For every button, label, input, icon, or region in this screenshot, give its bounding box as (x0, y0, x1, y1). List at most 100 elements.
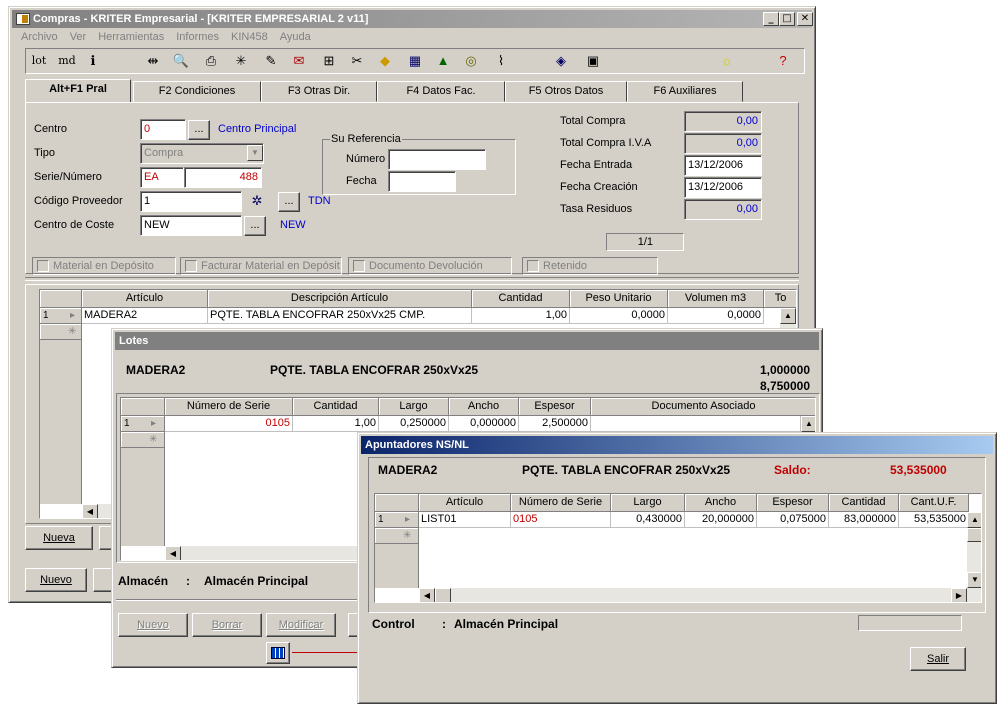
grid-scroll-left[interactable]: ◀ (82, 504, 98, 518)
check-material-deposito[interactable]: Material en Depósito (32, 257, 176, 275)
tag-icon[interactable]: ✂ (348, 53, 366, 69)
tab-auxiliares[interactable]: F6 Auxiliares (627, 81, 743, 102)
salir-button[interactable]: Salir (910, 647, 966, 671)
calculator-button[interactable] (266, 642, 290, 664)
apunt-cell-cantidad[interactable]: 83,000000 (829, 512, 899, 528)
navigate-icon[interactable]: ⇹ (144, 53, 162, 69)
menu-herramientas[interactable]: Herramientas (92, 31, 170, 43)
menu-ver[interactable]: Ver (64, 31, 93, 43)
tab-otros-datos[interactable]: F5 Otros Datos (505, 81, 627, 102)
apunt-scroll-down[interactable]: ▼ (967, 572, 981, 588)
md-button[interactable]: md (56, 53, 78, 69)
lotes-header-ancho[interactable]: Ancho (449, 398, 519, 416)
lotes-cell-ancho[interactable]: 0,000000 (449, 416, 519, 432)
help-icon[interactable]: ? (774, 53, 792, 69)
apunt-cell-largo[interactable]: 0,430000 (611, 512, 685, 528)
apunt-header-largo[interactable]: Largo (611, 494, 685, 512)
centro-input[interactable]: 0 (140, 119, 186, 140)
apunt-header-ancho[interactable]: Ancho (685, 494, 757, 512)
apunt-hscroll[interactable] (419, 588, 981, 602)
grid-scroll-up[interactable]: ▲ (780, 308, 796, 324)
menu-kin458[interactable]: KIN458 (225, 31, 274, 43)
chart-icon[interactable]: ▲ (434, 53, 452, 69)
serie-input[interactable]: EA (140, 167, 184, 188)
close-button[interactable]: ✕ (797, 12, 813, 26)
tipo-select[interactable]: Compra (140, 143, 264, 164)
apunt-header-cantuf[interactable]: Cant.U.F. (899, 494, 969, 512)
cell-descripcion[interactable]: PQTE. TABLA ENCOFRAR 250xVx25 CMP. (208, 308, 472, 324)
checkbox-retenido[interactable] (527, 260, 539, 272)
cell-articulo[interactable]: MADERA2 (82, 308, 208, 324)
bulb-icon[interactable]: ☼ (718, 53, 736, 69)
cell-cantidad[interactable]: 1,00 (472, 308, 570, 324)
coste-lookup-button[interactable]: ... (244, 216, 266, 236)
nuevo-button[interactable]: Nuevo (25, 568, 87, 592)
cell-peso[interactable]: 0,0000 (570, 308, 668, 324)
grid-header-peso[interactable]: Peso Unitario (570, 290, 668, 308)
spark-icon[interactable]: ✳ (232, 53, 250, 69)
lotes-cell-documento[interactable] (591, 416, 801, 432)
attach-icon[interactable]: ⌇ (492, 53, 510, 69)
apunt-cell-articulo[interactable]: LIST01 (419, 512, 511, 528)
apunt-header-serie[interactable]: Número de Serie (511, 494, 611, 512)
tree-icon[interactable]: ⊞ (320, 53, 338, 69)
grid-header-volumen[interactable]: Volumen m3 (668, 290, 764, 308)
tab-condiciones[interactable]: F2 Condiciones (133, 81, 261, 102)
centro-lookup-button[interactable]: ... (188, 120, 210, 140)
lotes-cell-cantidad[interactable]: 1,00 (293, 416, 379, 432)
apunt-scroll-left[interactable]: ◀ (419, 588, 435, 602)
apunt-header-articulo[interactable]: Artículo (419, 494, 511, 512)
lotes-header-cantidad[interactable]: Cantidad (293, 398, 379, 416)
edit-icon[interactable]: ✎ (262, 53, 280, 69)
su-fecha-input[interactable] (388, 171, 456, 192)
maximize-button[interactable]: □ (779, 12, 795, 26)
check-facturar-material[interactable]: Facturar Material en Depósit (180, 257, 342, 275)
print-icon[interactable]: ⎙ (202, 53, 220, 69)
lotes-cell-espesor[interactable]: 2,500000 (519, 416, 591, 432)
mail-icon[interactable]: ✉ (290, 53, 308, 69)
numero-input[interactable]: 488 (184, 167, 262, 188)
info-icon[interactable]: ℹ (84, 53, 102, 69)
apunt-scroll-up[interactable]: ▲ (967, 512, 981, 528)
check-documento-devolucion[interactable]: Documento Devolución (348, 257, 512, 275)
lotes-header-largo[interactable]: Largo (379, 398, 449, 416)
grid-header-to[interactable]: To (764, 290, 796, 308)
fecha-entrada-input[interactable]: 13/12/2006 (684, 155, 762, 176)
apunt-cell-espesor[interactable]: 0,075000 (757, 512, 829, 528)
lotes-cell-largo[interactable]: 0,250000 (379, 416, 449, 432)
apunt-scroll-thumb[interactable] (967, 528, 981, 542)
menu-archivo[interactable]: Archivo (15, 31, 64, 43)
menu-informes[interactable]: Informes (170, 31, 225, 43)
apunt-cell-cantuf[interactable]: 53,535000 (899, 512, 969, 528)
apunt-header-espesor[interactable]: Espesor (757, 494, 829, 512)
calc-icon[interactable]: ▦ (406, 53, 424, 69)
lotes-nuevo-button[interactable]: Nuevo (118, 613, 188, 637)
apunt-cell-ancho[interactable]: 20,000000 (685, 512, 757, 528)
lotes-scroll-left[interactable]: ◀ (165, 546, 181, 560)
lotes-header-serie[interactable]: Número de Serie (165, 398, 293, 416)
cell-volumen[interactable]: 0,0000 (668, 308, 764, 324)
coste-input[interactable]: NEW (140, 215, 242, 236)
fecha-creacion-input[interactable]: 13/12/2006 (684, 177, 762, 198)
checkbox-documento-devolucion[interactable] (353, 260, 365, 272)
apunt-cell-serie[interactable]: 0105 (511, 512, 611, 528)
disk-icon[interactable]: ◈ (552, 53, 570, 69)
menu-ayuda[interactable]: Ayuda (274, 31, 317, 43)
lotes-modificar-button[interactable]: Modificar (266, 613, 336, 637)
grid-header-cantidad[interactable]: Cantidad (472, 290, 570, 308)
grid-header-descripcion[interactable]: Descripción Artículo (208, 290, 472, 308)
su-numero-input[interactable] (388, 149, 486, 170)
proveedor-search-icon[interactable]: ✲ (248, 193, 266, 209)
apunt-scroll-right[interactable]: ▶ (951, 588, 967, 602)
tab-pral[interactable]: Alt+F1 Pral (25, 79, 131, 102)
grid-header-articulo[interactable]: Artículo (82, 290, 208, 308)
apunt-scroll-hthumb[interactable] (435, 588, 451, 602)
nueva-button[interactable]: Nueva (25, 526, 93, 550)
lotes-header-espesor[interactable]: Espesor (519, 398, 591, 416)
apunt-header-cantidad[interactable]: Cantidad (829, 494, 899, 512)
proveedor-lookup-button[interactable]: ... (278, 192, 300, 212)
check-retenido[interactable]: Retenido (522, 257, 658, 275)
proveedor-input[interactable]: 1 (140, 191, 242, 212)
warning-icon[interactable]: ◆ (376, 53, 394, 69)
tipo-dropdown-icon[interactable]: ▼ (247, 145, 263, 161)
